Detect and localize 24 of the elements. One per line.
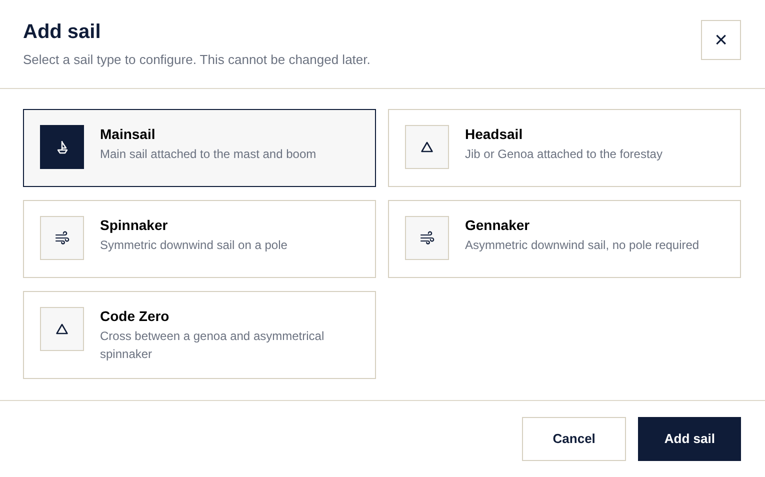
sail-type-option[interactable]: Spinnaker Symmetric downwind sail on a pole — [23, 200, 376, 278]
add-button[interactable]: Add sail — [638, 417, 741, 461]
option-title: Spinnaker — [100, 216, 169, 234]
option-description: Main sail attached to the mast and boom — [100, 146, 316, 163]
option-description: Cross between a genoa and asymmetrical spinnaker — [100, 328, 326, 363]
option-title: Code Zero — [100, 307, 170, 325]
option-description: Symmetric downwind sail on a pole — [100, 237, 288, 254]
wind-icon — [419, 230, 435, 246]
wind-icon — [54, 230, 70, 246]
sail-type-option[interactable]: Code Zero Cross between a genoa and asymmetrical spinnaker — [23, 291, 376, 379]
sail-type-option[interactable]: Gennaker Asymmetric downwind sail, no pole required — [388, 200, 741, 278]
cancel-button[interactable]: Cancel — [522, 417, 626, 461]
dialog-subtitle: Select a sail type to configure. This cannot be changed later. — [23, 51, 370, 69]
close-button[interactable]: × — [701, 20, 741, 60]
option-description: Asymmetric downwind sail, no pole required — [465, 237, 700, 254]
dialog-title: Add sail — [23, 20, 102, 44]
sail-type-option[interactable]: Mainsail Main sail attached to the mast and boom — [23, 109, 376, 187]
option-title: Gennaker — [465, 216, 531, 234]
triangle-icon — [54, 321, 70, 337]
option-description: Jib or Genoa attached to the forestay — [465, 146, 662, 163]
option-title: Headsail — [465, 125, 524, 143]
triangle-icon — [419, 139, 435, 155]
sail-type-option[interactable]: Headsail Jib or Genoa attached to the forestay — [388, 109, 741, 187]
option-title: Mainsail — [100, 125, 156, 143]
